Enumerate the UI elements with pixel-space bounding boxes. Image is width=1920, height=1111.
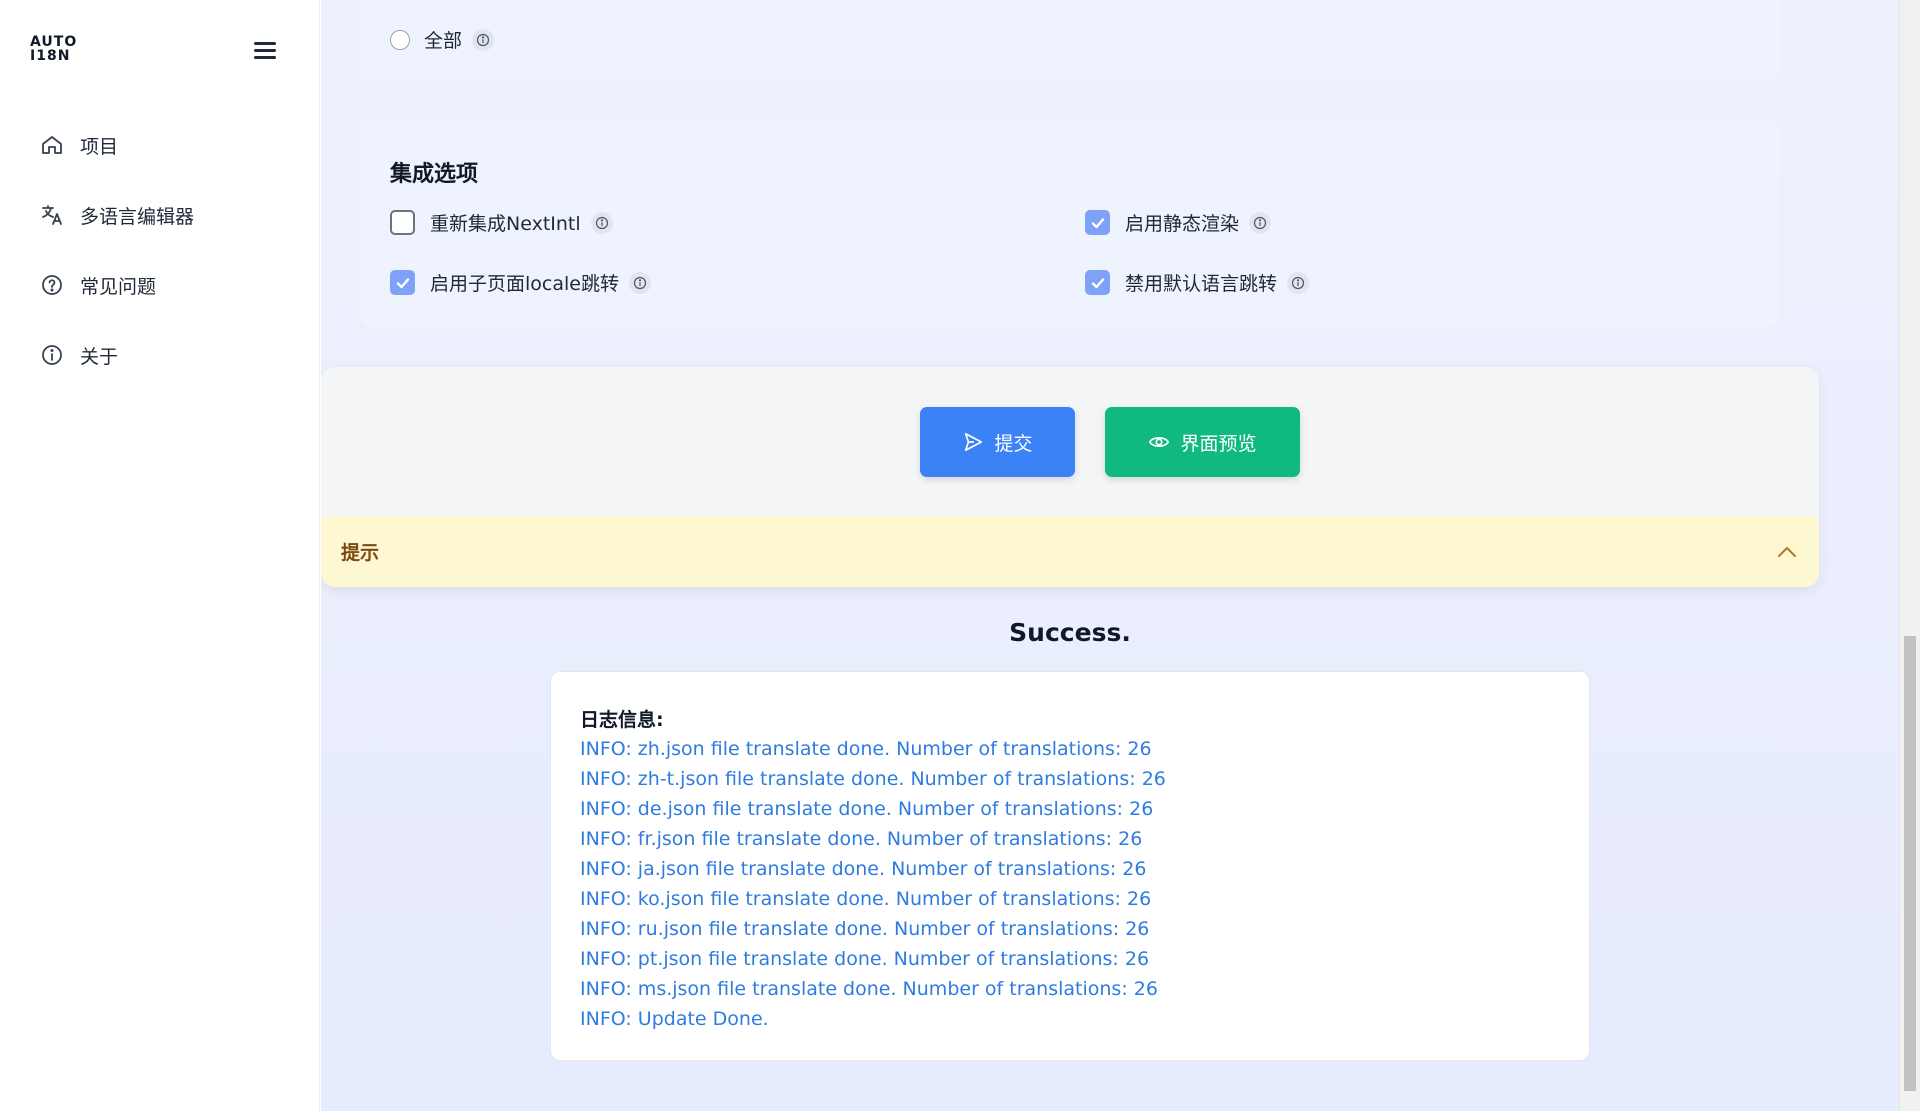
info-icon[interactable] xyxy=(472,28,495,51)
checkbox-checked[interactable] xyxy=(1085,270,1110,295)
sidebar-item-label: 项目 xyxy=(80,135,119,158)
send-icon xyxy=(965,432,983,452)
sidebar-item-label: 关于 xyxy=(80,345,119,368)
option-label: 禁用默认语言跳转 xyxy=(1125,273,1278,295)
sidebar-item-editor[interactable]: 多语言编辑器 xyxy=(40,200,194,230)
info-icon[interactable] xyxy=(628,271,651,294)
main-content: 全部 集成选项 重新集成NextIntl 启用静态渲染 启用子页面locale跳… xyxy=(321,0,1899,1111)
option-reintegrate-nextintl[interactable]: 重新集成NextIntl xyxy=(390,209,613,236)
option-subpage-locale-redirect[interactable]: 启用子页面locale跳转 xyxy=(390,269,651,296)
check-icon xyxy=(1091,217,1104,228)
hamburger-line xyxy=(254,49,276,52)
scope-panel: 全部 xyxy=(361,0,1779,82)
info-icon[interactable] xyxy=(1287,271,1310,294)
action-card: 提交 界面预览 提示 xyxy=(321,367,1819,587)
log-line: INFO: de.json file translate done. Numbe… xyxy=(580,798,1154,820)
integration-options-panel: 集成选项 重新集成NextIntl 启用静态渲染 启用子页面locale跳转 禁… xyxy=(361,121,1779,327)
info-icon[interactable] xyxy=(1249,211,1272,234)
sidebar-item-label: 常见问题 xyxy=(80,275,157,298)
home-icon xyxy=(42,136,62,154)
log-lines: INFO: zh.json file translate done. Numbe… xyxy=(580,734,1166,1034)
check-icon xyxy=(396,277,409,288)
checkbox-checked[interactable] xyxy=(1085,210,1110,235)
menu-toggle-button[interactable] xyxy=(252,39,278,61)
page-scrollbar[interactable] xyxy=(1899,0,1920,1111)
hamburger-line xyxy=(254,56,276,59)
chevron-up-icon xyxy=(1778,547,1796,557)
sidebar-item-projects[interactable]: 项目 xyxy=(40,130,118,160)
option-label: 启用子页面locale跳转 xyxy=(430,273,619,295)
preview-label: 界面预览 xyxy=(1180,433,1257,455)
translate-icon xyxy=(42,205,62,225)
log-line: INFO: fr.json file translate done. Numbe… xyxy=(580,828,1143,850)
status-message: Success. xyxy=(1009,618,1131,647)
sidebar-item-about[interactable]: 关于 xyxy=(40,340,118,370)
option-label: 启用静态渲染 xyxy=(1125,213,1240,235)
question-icon xyxy=(42,275,62,295)
preview-button[interactable]: 界面预览 xyxy=(1105,407,1300,477)
log-card: 日志信息: INFO: zh.json file translate done.… xyxy=(550,671,1590,1061)
scope-option-label: 全部 xyxy=(424,30,463,52)
log-line: INFO: ko.json file translate done. Numbe… xyxy=(580,888,1152,910)
log-line: INFO: Update Done. xyxy=(580,1008,769,1030)
logo-line-1: AUTO xyxy=(30,34,78,50)
scope-option-all[interactable]: 全部 xyxy=(390,26,495,53)
log-line: INFO: zh-t.json file translate done. Num… xyxy=(580,768,1166,790)
tip-label: 提示 xyxy=(341,542,380,564)
radio-button[interactable] xyxy=(390,29,410,50)
log-title: 日志信息: xyxy=(580,709,664,731)
log-line: INFO: ja.json file translate done. Numbe… xyxy=(580,858,1147,880)
eye-icon xyxy=(1149,437,1170,447)
sidebar: AUTO I18N 项目 多语言编辑器 常见问题 关于 xyxy=(0,0,320,1111)
sidebar-item-label: 多语言编辑器 xyxy=(80,205,195,228)
log-line: INFO: zh.json file translate done. Numbe… xyxy=(580,738,1152,760)
sidebar-item-faq[interactable]: 常见问题 xyxy=(40,270,156,300)
log-line: INFO: ru.json file translate done. Numbe… xyxy=(580,918,1150,940)
check-icon xyxy=(1091,277,1104,288)
hamburger-line xyxy=(254,42,276,45)
info-icon[interactable] xyxy=(590,211,613,234)
submit-button[interactable]: 提交 xyxy=(920,407,1075,477)
checkbox-checked[interactable] xyxy=(390,270,415,295)
option-static-rendering[interactable]: 启用静态渲染 xyxy=(1085,209,1272,236)
scrollbar-thumb[interactable] xyxy=(1904,636,1916,1091)
integration-title: 集成选项 xyxy=(390,162,479,187)
checkbox[interactable] xyxy=(390,210,415,235)
submit-label: 提交 xyxy=(994,433,1033,455)
log-line: INFO: ms.json file translate done. Numbe… xyxy=(580,978,1158,1000)
option-label: 重新集成NextIntl xyxy=(430,213,581,235)
option-disable-default-redirect[interactable]: 禁用默认语言跳转 xyxy=(1085,269,1310,296)
app-logo[interactable]: AUTO I18N xyxy=(30,34,78,65)
log-line: INFO: pt.json file translate done. Numbe… xyxy=(580,948,1150,970)
logo-line-2: I18N xyxy=(30,48,71,64)
tip-accordion-header[interactable]: 提示 xyxy=(321,516,1819,587)
info-icon xyxy=(42,345,62,365)
